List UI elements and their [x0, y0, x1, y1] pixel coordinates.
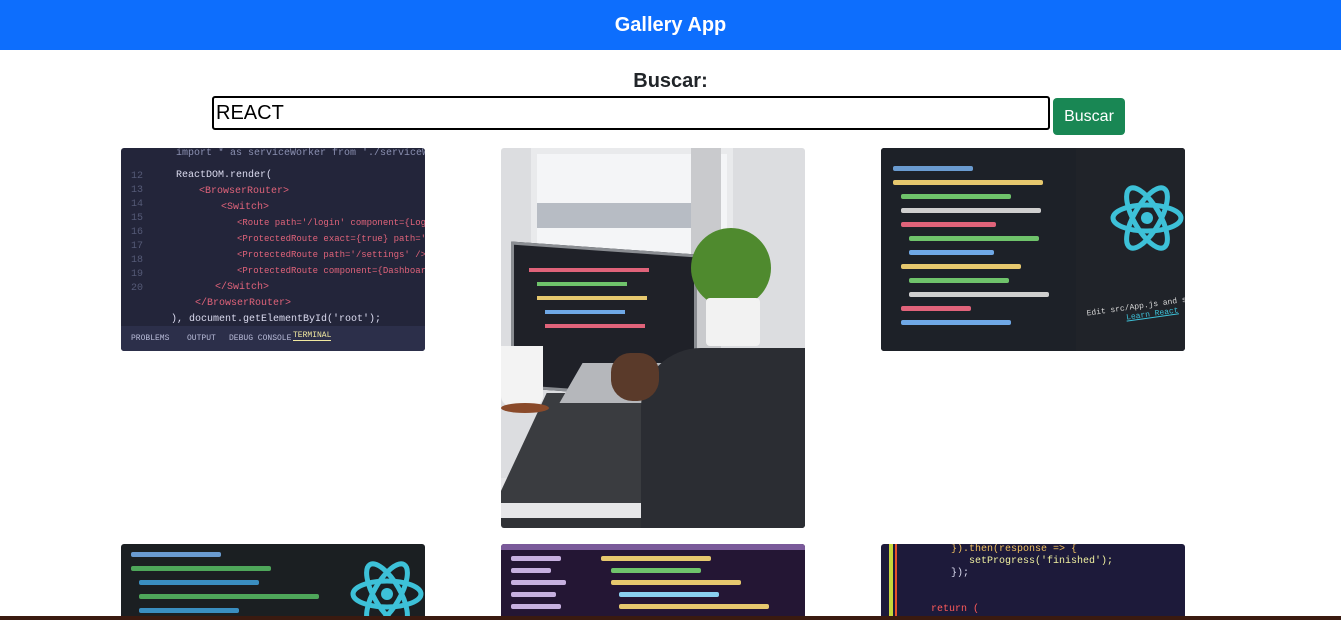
code-line: </BrowserRouter>: [195, 298, 292, 309]
search-input[interactable]: [212, 96, 1050, 130]
screen-code-line: [545, 310, 625, 314]
code-line: <Route path='/login' component={Login} /…: [237, 218, 425, 228]
code-line: <ProtectedRoute path='/settings' />: [237, 250, 425, 260]
line-numbers: 12 13 14 15 16 17 18 19 20: [131, 171, 144, 294]
gallery-image-react-logo-blur[interactable]: [121, 544, 425, 620]
plant-pot-shape: [706, 298, 760, 346]
bottom-border: [0, 616, 1341, 620]
city-view-shape: [537, 203, 715, 228]
gallery-image-purple-code[interactable]: [501, 544, 805, 620]
code-line: <ProtectedRoute exact={true} path='/' />: [237, 234, 425, 244]
code-line: return (: [931, 604, 980, 615]
arm-sleeve-shape: [641, 348, 805, 528]
code-line: <ProtectedRoute component={Dashboard} />: [237, 266, 425, 276]
screen-code-line: [537, 282, 627, 286]
screen-code-line: [545, 324, 645, 328]
code-line-import: import * as serviceWorker from './servic…: [176, 148, 425, 159]
code-line: });: [951, 568, 970, 579]
react-logo-icon: [350, 561, 424, 620]
code-line: ReactDOM.render(: [176, 170, 273, 181]
hand-shape: [611, 353, 659, 401]
mug-shape: [501, 346, 543, 406]
code-line: ), document.getElementById('root');: [171, 314, 382, 325]
coaster-shape: [501, 403, 549, 413]
screen-code-line: [537, 296, 647, 300]
code-line: <Switch>: [221, 202, 270, 213]
react-logo-icon: [1110, 185, 1184, 251]
gallery-image-laptop-desk[interactable]: [501, 148, 805, 528]
search-button[interactable]: Buscar: [1053, 98, 1125, 135]
code-line: }).then(response => {: [951, 544, 1078, 555]
gallery-image-js-code[interactable]: }).then(response => { setProgress('finis…: [881, 544, 1185, 620]
app-title: Gallery App: [614, 13, 727, 36]
navbar: Gallery App: [0, 0, 1341, 50]
plant-leaves-shape: [691, 228, 771, 308]
editor-panel-tabs: PROBLEMS OUTPUT DEBUG CONSOLE TERMINAL: [121, 326, 425, 351]
gallery-image-react-logo-screen[interactable]: Edit src/App.js and save to reload. Lear…: [881, 148, 1185, 351]
code-line: <BrowserRouter>: [199, 186, 290, 197]
gallery-image-react-router-code[interactable]: import * as serviceWorker from './servic…: [121, 148, 425, 351]
code-line: setProgress('finished');: [969, 556, 1114, 567]
code-line: </Switch>: [215, 282, 270, 293]
screen-code-line: [529, 268, 649, 272]
search-label: Buscar:: [633, 70, 708, 92]
